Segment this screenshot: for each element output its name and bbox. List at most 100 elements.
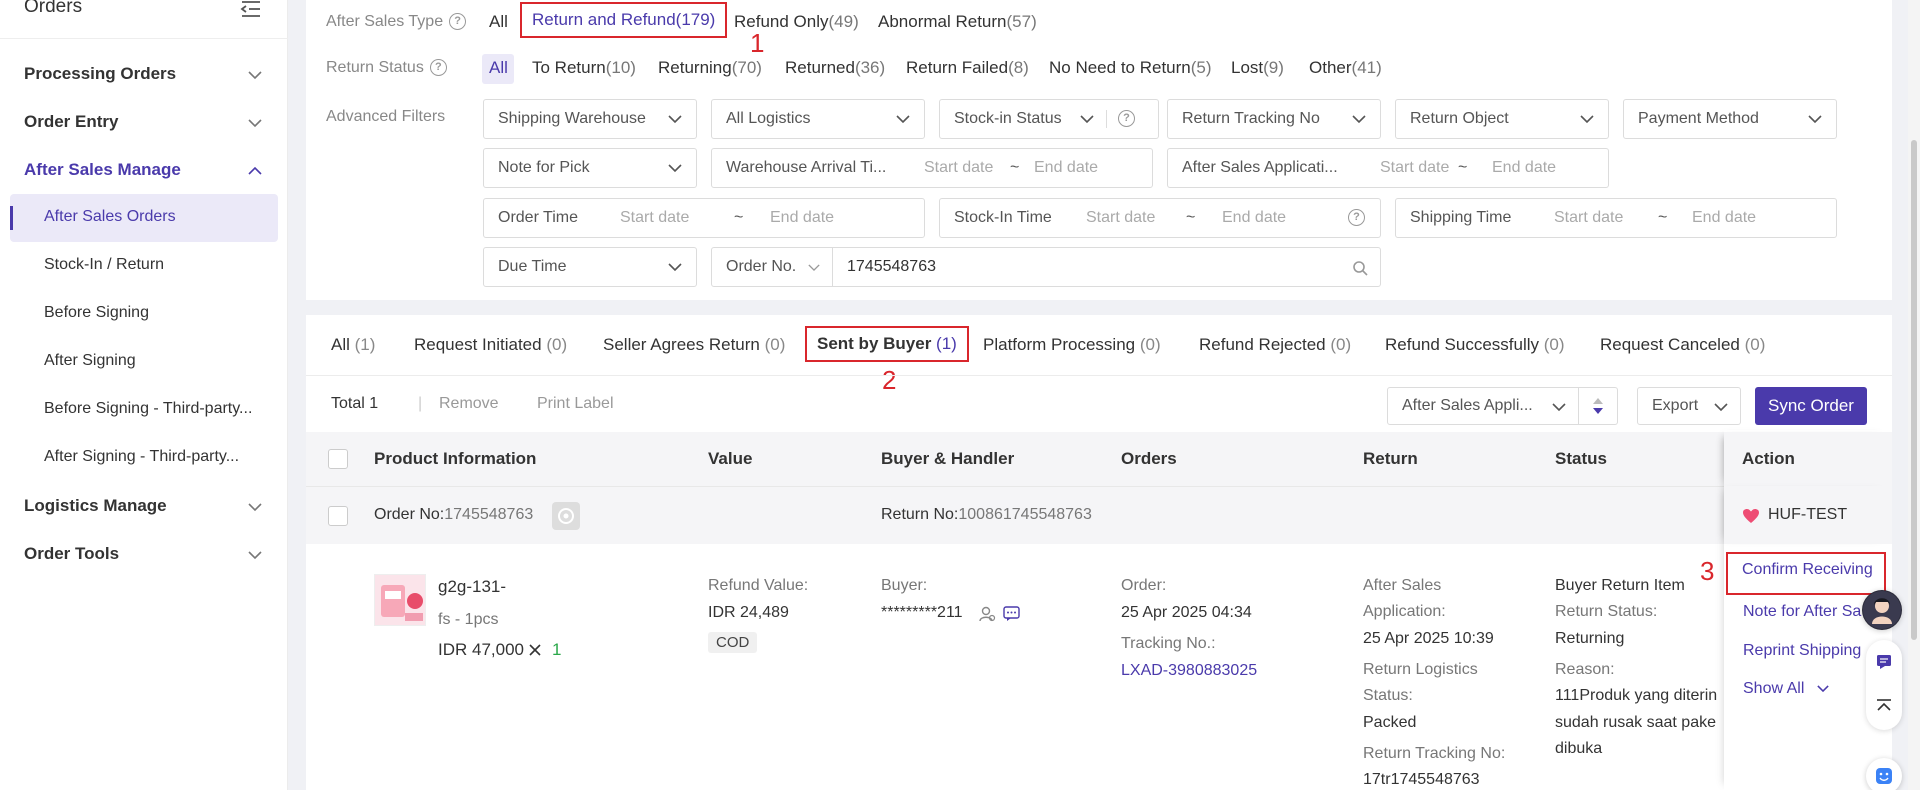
- tracking-number-link[interactable]: LXAD-3980883025: [1121, 662, 1257, 680]
- order-no-search-input[interactable]: 1745548763: [832, 247, 1381, 287]
- scrollbar-thumb[interactable]: [1911, 140, 1917, 640]
- status-option-return-failed[interactable]: Return Failed(8): [906, 58, 1029, 78]
- help-icon[interactable]: ?: [449, 13, 467, 31]
- product-name[interactable]: g2g-131-: [438, 577, 506, 597]
- help-icon[interactable]: ?: [1118, 110, 1135, 127]
- payment-method-select[interactable]: Payment Method: [1623, 99, 1837, 139]
- status-option-to-return[interactable]: To Return(10): [532, 58, 636, 78]
- sidebar-item-before-signing-third-party[interactable]: Before Signing - Third-party...: [44, 400, 252, 418]
- end-date-input[interactable]: End date: [770, 199, 834, 237]
- status-line: sudah rusak saat pake: [1555, 714, 1716, 731]
- user-info-icon[interactable]: [978, 605, 996, 623]
- tab-request-canceled[interactable]: Request Canceled (0): [1600, 335, 1765, 355]
- scrollbar-track[interactable]: [1908, 0, 1920, 790]
- start-date-input[interactable]: Start date: [620, 199, 689, 237]
- end-date-input[interactable]: End date: [1692, 199, 1756, 237]
- chevron-down-icon: [1817, 685, 1829, 693]
- help-icon[interactable]: ?: [429, 59, 447, 77]
- sidebar-group-order-entry[interactable]: Order Entry: [24, 112, 118, 132]
- tab-refund-rejected[interactable]: Refund Rejected (0): [1199, 335, 1351, 355]
- order-time-date-range[interactable]: Order Time Start date ~ End date: [483, 198, 925, 238]
- row-checkbox[interactable]: [328, 506, 348, 526]
- status-option-other[interactable]: Other(41): [1309, 58, 1382, 78]
- shipping-warehouse-select[interactable]: Shipping Warehouse: [483, 99, 697, 139]
- stockin-status-select[interactable]: Stock-in Status ?: [939, 99, 1159, 139]
- sidebar-group-order-tools[interactable]: Order Tools: [24, 544, 119, 564]
- status-option-returned[interactable]: Returned(36): [785, 58, 885, 78]
- end-date-input[interactable]: End date: [1034, 149, 1098, 187]
- note-for-after-sales-link[interactable]: Note for After Sa: [1743, 603, 1871, 621]
- start-date-input[interactable]: Start date: [1086, 199, 1155, 237]
- return-line: Status:: [1363, 687, 1413, 704]
- after-sales-application-date-range[interactable]: After Sales Applicati... Start date ~ En…: [1167, 148, 1609, 188]
- print-label-button[interactable]: Print Label: [537, 395, 614, 413]
- all-logistics-select[interactable]: All Logistics: [711, 99, 925, 139]
- start-date-input[interactable]: Start date: [924, 149, 993, 187]
- back-to-top-icon[interactable]: [1876, 698, 1892, 714]
- table-header: Product Information Value Buyer & Handle…: [306, 432, 1892, 486]
- sort-order-button[interactable]: [1578, 387, 1618, 425]
- due-time-select[interactable]: Due Time: [483, 247, 697, 287]
- action-header-cell: Action: [1724, 432, 1892, 486]
- return-line: Application:: [1363, 603, 1446, 620]
- type-option-abnormal-return[interactable]: Abnormal Return(57): [878, 12, 1037, 32]
- status-option-returning[interactable]: Returning(70): [658, 58, 762, 78]
- status-line: Return Status:: [1555, 603, 1658, 620]
- sync-order-button[interactable]: Sync Order: [1755, 387, 1867, 425]
- tab-seller-agrees-return[interactable]: Seller Agrees Return (0): [603, 335, 785, 355]
- return-tracking-select[interactable]: Return Tracking No: [1167, 99, 1381, 139]
- chevron-down-icon: [248, 551, 262, 560]
- tab-sent-by-buyer[interactable]: Sent by Buyer (1): [805, 326, 969, 362]
- remove-button[interactable]: Remove: [439, 395, 499, 413]
- start-date-input[interactable]: Start date: [1380, 149, 1449, 187]
- return-line: Packed: [1363, 714, 1417, 731]
- active-item-bar: [10, 206, 13, 230]
- help-icon[interactable]: ?: [1348, 209, 1365, 226]
- end-date-input[interactable]: End date: [1492, 149, 1556, 187]
- select-all-checkbox[interactable]: [328, 449, 348, 469]
- warehouse-arrival-date-range[interactable]: Warehouse Arrival Ti... Start date ~ End…: [711, 148, 1153, 188]
- heart-shop-icon: [1743, 509, 1759, 523]
- start-date-input[interactable]: Start date: [1554, 199, 1623, 237]
- feedback-button[interactable]: [1866, 758, 1902, 790]
- sidebar-item-stock-in-return[interactable]: Stock-In / Return: [44, 256, 164, 274]
- type-option-all[interactable]: All: [489, 12, 508, 32]
- show-all-link[interactable]: Show All: [1743, 680, 1829, 698]
- sidebar-item-before-signing[interactable]: Before Signing: [44, 304, 149, 322]
- order-time-label: Order:: [1121, 577, 1167, 594]
- toolbar-separator: |: [418, 395, 423, 412]
- header-status: Status: [1555, 449, 1607, 468]
- order-no-select[interactable]: Order No.: [711, 247, 833, 287]
- sidebar-group-processing-orders[interactable]: Processing Orders: [24, 64, 176, 84]
- stockin-time-date-range[interactable]: Stock-In Time Start date ~ End date ?: [939, 198, 1381, 238]
- sidebar-item-after-sales-orders[interactable]: After Sales Orders: [44, 208, 176, 226]
- note-for-pick-select[interactable]: Note for Pick: [483, 148, 697, 188]
- support-avatar[interactable]: [1862, 590, 1902, 630]
- chevron-down-icon: [1352, 115, 1366, 124]
- sidebar-item-after-signing-third-party[interactable]: After Signing - Third-party...: [44, 448, 239, 466]
- tab-request-initiated[interactable]: Request Initiated (0): [414, 335, 567, 355]
- tab-all[interactable]: All (1): [331, 335, 375, 355]
- sidebar-item-after-signing[interactable]: After Signing: [44, 352, 136, 370]
- chat-icon[interactable]: [1003, 606, 1020, 622]
- tab-refund-successfully[interactable]: Refund Successfully (0): [1385, 335, 1565, 355]
- tab-platform-processing[interactable]: Platform Processing (0): [983, 335, 1161, 355]
- sidebar-group-after-sales-manage[interactable]: After Sales Manage: [24, 160, 181, 180]
- end-date-input[interactable]: End date: [1222, 199, 1286, 237]
- reprint-shipping-link[interactable]: Reprint Shipping: [1743, 642, 1871, 660]
- sidebar-group-logistics-manage[interactable]: Logistics Manage: [24, 496, 167, 516]
- status-option-no-need-to-return[interactable]: No Need to Return(5): [1049, 58, 1212, 78]
- return-object-select[interactable]: Return Object: [1395, 99, 1609, 139]
- message-icon[interactable]: [1876, 654, 1892, 670]
- sort-icon: [1593, 398, 1603, 414]
- type-option-return-and-refund[interactable]: Return and Refund(179): [520, 2, 728, 38]
- status-option-all[interactable]: All: [489, 58, 508, 78]
- shipping-time-date-range[interactable]: Shipping Time Start date ~ End date: [1395, 198, 1837, 238]
- product-thumbnail[interactable]: [374, 574, 426, 626]
- collapse-menu-icon[interactable]: [240, 0, 262, 18]
- export-button[interactable]: Export: [1637, 387, 1741, 425]
- status-option-lost[interactable]: Lost(9): [1231, 58, 1284, 78]
- search-icon[interactable]: [1352, 260, 1368, 276]
- confirm-receiving-button[interactable]: Confirm Receiving: [1726, 552, 1886, 595]
- sort-field-select[interactable]: After Sales Appli...: [1387, 387, 1579, 425]
